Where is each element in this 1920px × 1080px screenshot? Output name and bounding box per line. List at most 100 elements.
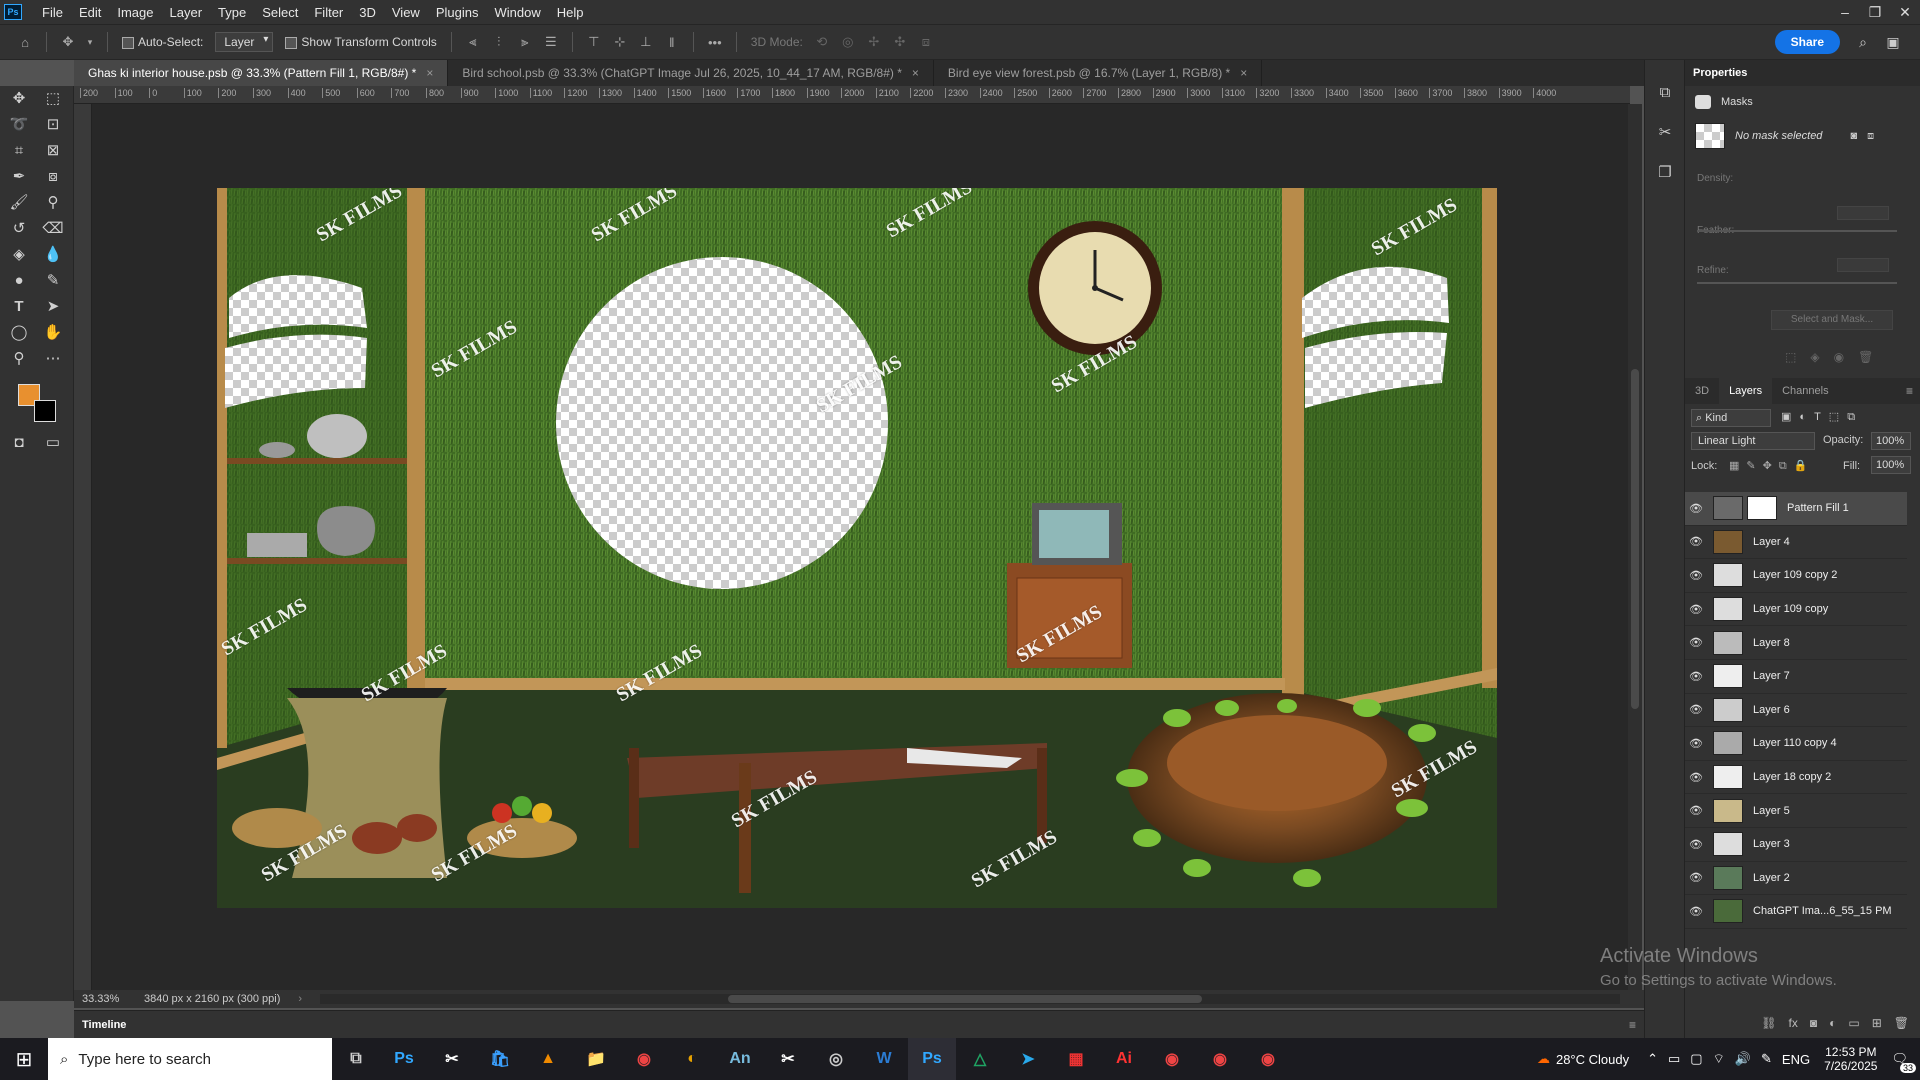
menu-help[interactable]: Help — [549, 5, 592, 20]
tab-3d[interactable]: 3D — [1685, 378, 1719, 404]
layer-row[interactable]: 👁 ChatGPT Ima...6_55_15 PM — [1685, 895, 1907, 929]
tab-layers[interactable]: Layers — [1719, 378, 1773, 404]
properties-title[interactable]: Properties — [1685, 60, 1920, 86]
animate-taskbar-icon[interactable]: An — [716, 1038, 764, 1080]
layer-row[interactable]: 👁 Layer 18 copy 2 — [1685, 761, 1907, 795]
visibility-eye-icon[interactable]: 👁 — [1685, 804, 1707, 817]
vertical-scrollbar[interactable] — [1628, 104, 1642, 990]
menu-image[interactable]: Image — [109, 5, 161, 20]
transform-controls-checkbox[interactable]: Show Transform Controls — [285, 35, 437, 49]
home-icon[interactable]: ⌂ — [16, 33, 34, 51]
background-color-swatch[interactable] — [34, 400, 56, 422]
pan-icon[interactable]: ✢ — [865, 33, 883, 51]
libraries-panel-icon[interactable]: ❐ — [1653, 160, 1677, 184]
layer-row[interactable]: 👁 Layer 110 copy 4 — [1685, 727, 1907, 761]
visibility-eye-icon[interactable]: 👁 — [1685, 670, 1707, 683]
visibility-eye-icon[interactable]: 👁 — [1685, 871, 1707, 884]
minimize-icon[interactable]: – — [1830, 0, 1860, 24]
more-tools-icon[interactable]: ⋯ — [40, 346, 66, 370]
tab-bird-eye-view-forest[interactable]: Bird eye view forest.psb @ 16.7% (Layer … — [934, 60, 1263, 86]
menu-window[interactable]: Window — [486, 5, 548, 20]
stamp-tool-icon[interactable]: ⚲ — [40, 190, 66, 214]
visibility-eye-icon[interactable]: 👁 — [1685, 771, 1707, 784]
photoshop-taskbar-icon[interactable]: Ps — [380, 1038, 428, 1080]
word-taskbar-icon[interactable]: W — [860, 1038, 908, 1080]
hand-tool-icon[interactable]: ✋ — [40, 320, 66, 344]
clock[interactable]: 12:53 PM 7/26/2025 — [1824, 1045, 1877, 1073]
weather-text[interactable]: 28°C Cloudy — [1556, 1052, 1629, 1067]
add-pixel-mask-icon[interactable]: ◙ — [1850, 130, 1857, 142]
layer-row[interactable]: 👁 Layer 5 — [1685, 794, 1907, 828]
align-right-icon[interactable]: ⫸ — [516, 33, 534, 51]
pen-tool-icon[interactable]: ✎ — [40, 268, 66, 292]
close-tab-icon[interactable]: × — [426, 66, 433, 80]
notifications-icon[interactable]: 🗨 33 — [1891, 1051, 1916, 1073]
chevron-right-icon[interactable]: › — [298, 993, 302, 1005]
object-select-tool-icon[interactable]: ⊡ — [40, 112, 66, 136]
visibility-eye-icon[interactable]: 👁 — [1685, 838, 1707, 851]
menu-plugins[interactable]: Plugins — [428, 5, 487, 20]
layer-row[interactable]: 👁 Layer 4 — [1685, 526, 1907, 560]
more-options-icon[interactable]: ••• — [706, 33, 724, 51]
layer-row[interactable]: 👁 Layer 7 — [1685, 660, 1907, 694]
layer-row[interactable]: 👁 Layer 6 — [1685, 694, 1907, 728]
zoom-level[interactable]: 33.33% — [82, 993, 132, 1005]
tab-bird-school[interactable]: Bird school.psb @ 33.3% (ChatGPT Image J… — [448, 60, 934, 86]
visibility-eye-icon[interactable]: 👁 — [1685, 703, 1707, 716]
path-select-tool-icon[interactable]: ➤ — [40, 294, 66, 318]
workspace-icon[interactable]: ▣ — [1882, 31, 1904, 53]
quick-mask-icon[interactable]: ◘ — [6, 430, 32, 454]
menu-3d[interactable]: 3D — [351, 5, 384, 20]
lock-artboard-icon[interactable]: ⧉ — [1779, 460, 1794, 472]
disable-mask-icon[interactable]: ◉ — [1834, 350, 1858, 364]
task-view-icon[interactable]: ⧉ — [332, 1038, 380, 1080]
eyedropper-tool-icon[interactable]: ✒ — [6, 164, 32, 188]
menu-select[interactable]: Select — [254, 5, 306, 20]
visibility-eye-icon[interactable]: 👁 — [1685, 502, 1707, 515]
add-vector-mask-icon[interactable]: ⧈ — [1867, 130, 1874, 143]
delete-mask-icon[interactable]: 🗑 — [1858, 350, 1887, 364]
search-icon[interactable]: ⌕ — [1852, 31, 1874, 53]
menu-edit[interactable]: Edit — [71, 5, 109, 20]
scroll-thumb[interactable] — [728, 995, 1202, 1003]
lock-transparency-icon[interactable]: ▦ — [1729, 460, 1746, 472]
adjustment-filter-icon[interactable]: ◐ — [1799, 411, 1814, 423]
wifi-icon[interactable]: ⌔ — [1713, 1051, 1725, 1067]
taskbar-search[interactable]: ⌕ Type here to search — [48, 1038, 332, 1080]
file-explorer-taskbar-icon[interactable]: 📁 — [572, 1038, 620, 1080]
fill-field[interactable]: 100% — [1871, 456, 1911, 474]
restore-icon[interactable]: ❐ — [1860, 0, 1890, 24]
roll-icon[interactable]: ◎ — [839, 33, 857, 51]
scale-3d-icon[interactable]: ⧈ — [917, 33, 935, 51]
feather-field[interactable] — [1837, 258, 1889, 272]
display-icon[interactable]: ▢ — [1690, 1051, 1702, 1067]
scroll-thumb[interactable] — [1631, 369, 1639, 709]
auto-select-checkbox[interactable]: Auto-Select: — [122, 35, 203, 49]
layer-row[interactable]: 👁 Pattern Fill 1 — [1685, 492, 1907, 526]
layer-row[interactable]: 👁 Layer 109 copy 2 — [1685, 559, 1907, 593]
density-slider[interactable] — [1697, 230, 1897, 232]
auto-select-dropdown[interactable]: Layer — [215, 32, 274, 52]
ellipse-tool-icon[interactable]: ◯ — [6, 320, 32, 344]
brush-tool-icon[interactable]: 🖌 — [6, 190, 32, 214]
google-drive-taskbar-icon[interactable]: △ — [956, 1038, 1004, 1080]
capcut-taskbar-icon[interactable]: ✂ — [428, 1038, 476, 1080]
windows-start-icon[interactable]: ⊞ — [0, 1038, 48, 1080]
align-center-icon[interactable]: ⫶ — [490, 33, 508, 51]
menu-file[interactable]: File — [34, 5, 71, 20]
lasso-tool-icon[interactable]: ➰ — [6, 112, 32, 136]
shape-filter-icon[interactable]: ⬚ — [1829, 411, 1847, 423]
marquee-tool-icon[interactable]: ⬚ — [40, 86, 66, 110]
chrome-profile-taskbar-icon[interactable]: ◉ — [1148, 1038, 1196, 1080]
timeline-tab[interactable]: Timeline — [82, 1019, 126, 1031]
volume-icon[interactable]: 🔊 — [1735, 1051, 1751, 1067]
align-middle-icon[interactable]: ⊹ — [611, 33, 629, 51]
lock-all-icon[interactable]: 🔒 — [1794, 460, 1815, 472]
add-mask-icon[interactable]: ◙ — [1810, 1016, 1817, 1030]
opacity-field[interactable]: 100% — [1871, 432, 1911, 450]
blend-mode-dropdown[interactable]: Linear Light — [1691, 432, 1815, 450]
chevron-up-icon[interactable]: ⌃ — [1647, 1051, 1658, 1067]
layer-row[interactable]: 👁 Layer 109 copy — [1685, 593, 1907, 627]
language-indicator[interactable]: ENG — [1782, 1052, 1810, 1067]
history-brush-tool-icon[interactable]: ↺ — [6, 216, 32, 240]
